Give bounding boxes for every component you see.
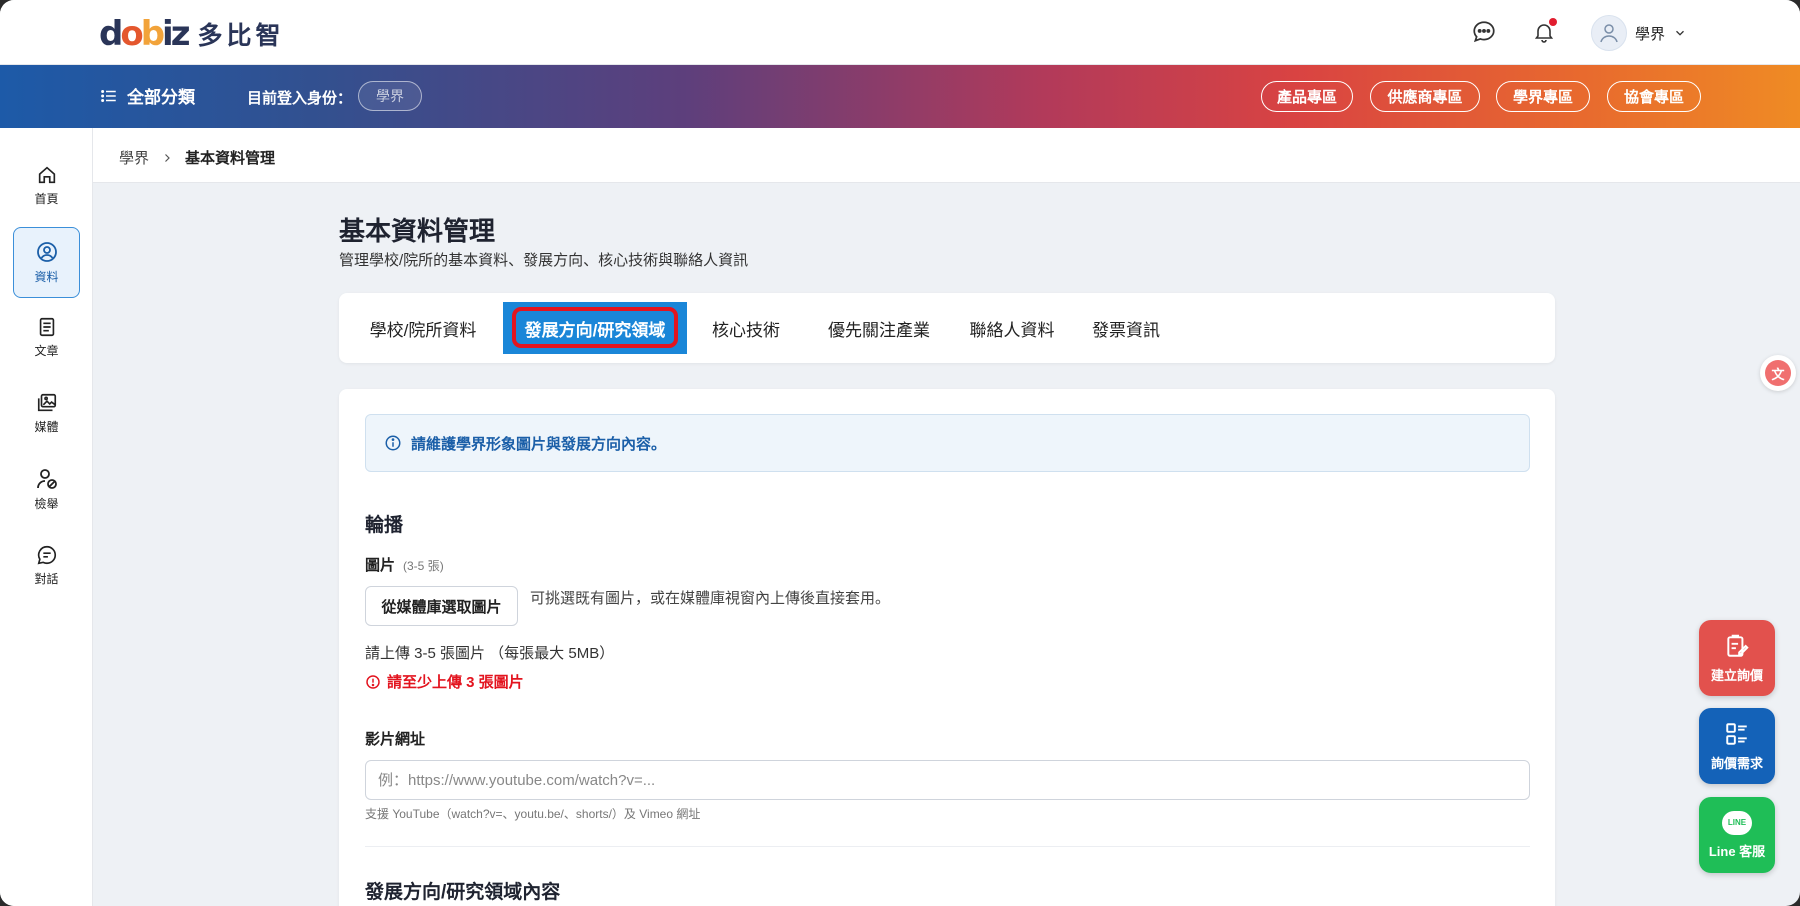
info-banner: 請維護學界形象圖片與發展方向內容。: [365, 414, 1530, 472]
left-sidebar: 首頁 資料 文章 媒體 檢舉 對話: [0, 128, 93, 906]
create-quote-label: 建立詢價: [1710, 667, 1763, 683]
avatar: [1591, 15, 1627, 51]
alert-circle-icon: [366, 674, 380, 689]
video-url-label: 影片網址: [365, 731, 426, 748]
logo-text: 多比智: [197, 22, 285, 50]
direction-section-title: 發展方向/研究領域內容: [365, 882, 561, 903]
line-support-button[interactable]: LINE Line 客服: [1699, 797, 1775, 873]
sidebar-item-profile[interactable]: 資料: [13, 227, 80, 298]
sidebar-label: 檢舉: [34, 497, 59, 511]
tab-core-technology[interactable]: 核心技術: [709, 302, 783, 354]
media-icon: [37, 393, 56, 412]
login-as-label: 目前登入身份：: [247, 90, 353, 107]
tab-priority-industries[interactable]: 優先關注產業: [825, 302, 933, 354]
page-title: 基本資料管理: [339, 216, 496, 246]
zone-associations-button[interactable]: 協會專區: [1607, 81, 1701, 112]
info-text: 請維護學界形象圖片與發展方向內容。: [411, 435, 667, 453]
form-card: 請維護學界形象圖片與發展方向內容。 輪播 圖片 (3-5 張) 從媒體庫選取圖片 …: [339, 389, 1555, 906]
top-bar: dobiz 多比智 學界: [0, 0, 1800, 65]
sidebar-item-articles[interactable]: 文章: [13, 302, 80, 373]
select-from-media-button[interactable]: 從媒體庫選取圖片: [365, 586, 518, 626]
image-field-label: 圖片 (3-5 張): [365, 554, 444, 575]
sidebar-item-home[interactable]: 首頁: [13, 150, 80, 221]
document-icon: [39, 317, 54, 337]
select-media-description: 可挑選既有圖片，或在媒體庫視窗內上傳後直接套用。: [530, 590, 891, 607]
tab-development-direction[interactable]: 發展方向/研究領域: [503, 302, 687, 354]
sidebar-label: 首頁: [34, 192, 59, 206]
carousel-section-title: 輪播: [365, 515, 404, 536]
list-grid-icon: [1726, 722, 1747, 745]
edit-clipboard-icon: [1727, 634, 1749, 657]
create-quote-button[interactable]: 建立詢價: [1699, 620, 1775, 696]
tab-bar: 學校/院所資料 發展方向/研究領域 核心技術 優先關注產業 聯絡人資料 發票資訊: [339, 293, 1555, 363]
bell-icon[interactable]: [1530, 18, 1558, 46]
role-badge: 學界: [358, 81, 422, 111]
video-url-help: 支援 YouTube（watch?v=、youtu.be/、shorts/）及 …: [365, 807, 701, 821]
image-label-text: 圖片: [365, 557, 396, 574]
upload-error-text: 請至少上傳 3 張圖片: [387, 674, 524, 691]
section-divider: [365, 846, 1530, 847]
info-icon: [385, 435, 401, 451]
breadcrumb-bar: 學界 基本資料管理: [93, 128, 1800, 183]
chevron-down-icon: [1676, 30, 1684, 36]
tab-label: 發展方向/研究領域: [524, 320, 666, 340]
report-user-icon: [36, 469, 57, 489]
breadcrumb-home-link[interactable]: 學界: [119, 147, 149, 168]
inquiry-demand-label: 詢價需求: [1710, 755, 1763, 771]
line-icon: LINE: [1722, 810, 1752, 835]
user-name: 學界: [1635, 25, 1666, 43]
translate-icon: 文: [1765, 360, 1791, 386]
list-menu-icon: [101, 89, 116, 102]
tab-contacts[interactable]: 聯絡人資料: [967, 302, 1057, 354]
sidebar-item-report[interactable]: 檢舉: [13, 454, 80, 525]
logo-mark-icon: dobiz: [99, 14, 190, 54]
page-subtitle: 管理學校/院所的基本資料、發展方向、核心技術與聯絡人資訊: [339, 252, 749, 269]
breadcrumb: 學界 基本資料管理: [119, 147, 275, 168]
user-menu[interactable]: 學界: [1591, 14, 1687, 52]
app-frame: dobiz 多比智 學界 全部分類 目前登入身份： 學界 產品專區 供應商專區 …: [0, 0, 1800, 906]
image-count-hint: (3-5 張): [403, 559, 444, 573]
upload-requirement: 請上傳 3-5 張圖片 （每張最大 5MB）: [365, 645, 615, 662]
chat-icon: [37, 545, 56, 565]
breadcrumb-current: 基本資料管理: [185, 150, 276, 167]
zone-products-button[interactable]: 產品專區: [1261, 81, 1353, 112]
logo[interactable]: dobiz 多比智: [99, 16, 285, 52]
line-support-label: Line 客服: [1708, 843, 1766, 859]
all-categories-label: 全部分類: [127, 88, 195, 107]
zone-suppliers-button[interactable]: 供應商專區: [1370, 81, 1480, 112]
sidebar-label: 媒體: [34, 420, 59, 434]
sidebar-item-chat[interactable]: 對話: [13, 530, 80, 601]
translate-button[interactable]: 文: [1760, 355, 1796, 391]
home-icon: [38, 166, 55, 184]
sidebar-label: 資料: [34, 270, 59, 284]
tab-invoice[interactable]: 發票資訊: [1089, 302, 1163, 354]
video-url-input[interactable]: [365, 760, 1530, 800]
notification-dot: [1549, 18, 1557, 26]
chevron-right-icon: [165, 153, 170, 162]
zone-academia-button[interactable]: 學界專區: [1496, 81, 1590, 112]
user-circle-icon: [36, 242, 57, 262]
sidebar-label: 文章: [34, 344, 59, 358]
all-categories-button[interactable]: 全部分類: [100, 83, 195, 108]
inquiry-demand-button[interactable]: 詢價需求: [1699, 708, 1775, 784]
sidebar-item-media[interactable]: 媒體: [13, 378, 80, 449]
tab-school-info[interactable]: 學校/院所資料: [363, 302, 483, 354]
message-icon[interactable]: [1470, 18, 1498, 46]
category-navbar: 全部分類 目前登入身份： 學界 產品專區 供應商專區 學界專區 協會專區: [0, 65, 1800, 128]
upload-error: 請至少上傳 3 張圖片: [365, 671, 524, 692]
sidebar-label: 對話: [34, 572, 59, 586]
